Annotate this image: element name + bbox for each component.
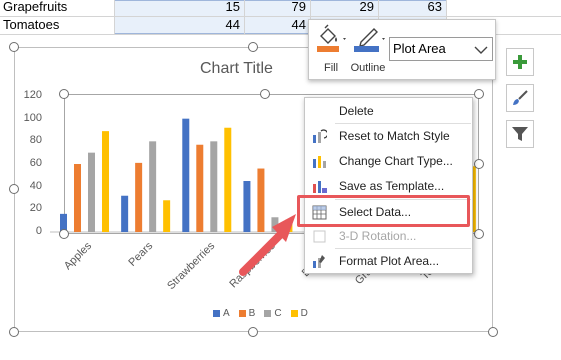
pointer-arrow xyxy=(239,214,296,276)
